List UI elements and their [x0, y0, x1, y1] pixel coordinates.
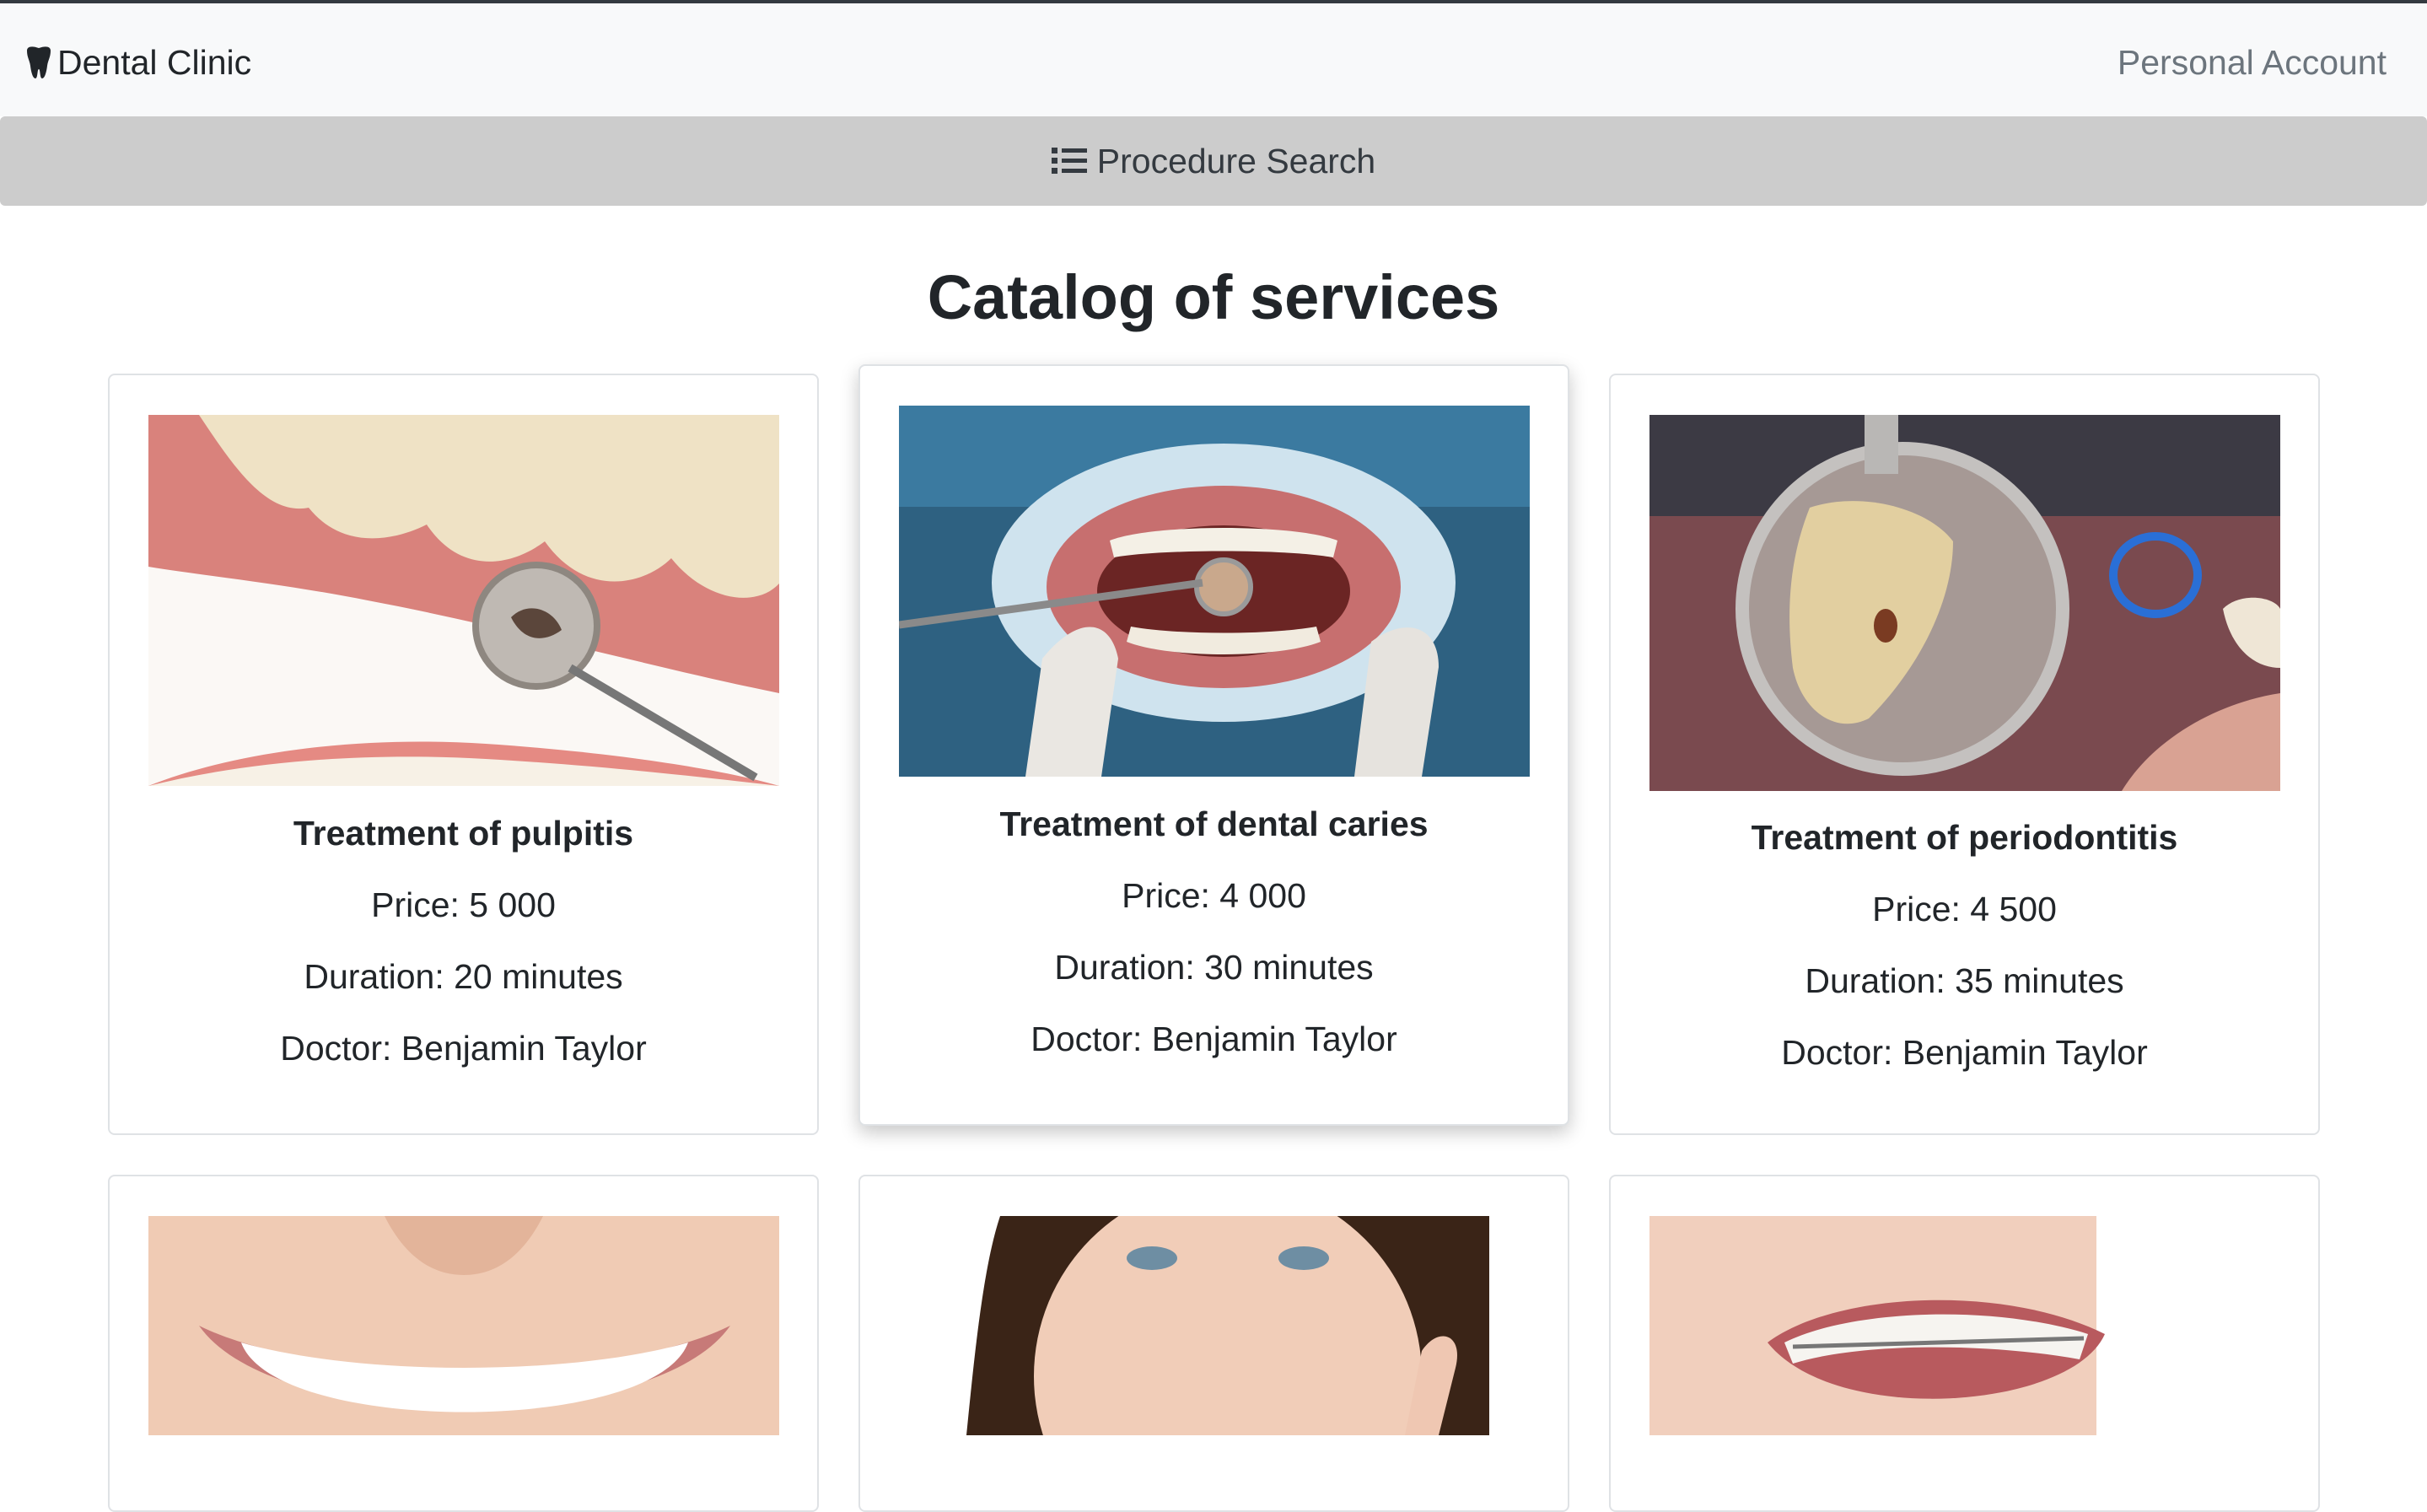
service-card[interactable] [108, 1175, 819, 1512]
service-price: Price: 4 500 [1872, 890, 2057, 928]
service-duration: Duration: 35 minutes [1805, 961, 2124, 1000]
brand-text: Dental Clinic [57, 42, 252, 82]
service-doctor: Doctor: Benjamin Taylor [1031, 1020, 1397, 1058]
service-name: Treatment of periodontitis [1751, 818, 2178, 857]
service-doctor: Doctor: Benjamin Taylor [280, 1029, 647, 1068]
procedure-search-label: Procedure Search [1096, 141, 1376, 180]
service-card[interactable]: Treatment of pulpitis Price: 5 000 Durat… [108, 374, 819, 1135]
page-title: Catalog of services [927, 262, 1500, 332]
service-image-hygiene [899, 1216, 1530, 1435]
service-image-pulpitis [148, 415, 779, 786]
service-price: Price: 5 000 [371, 885, 556, 924]
service-card[interactable] [858, 1175, 1569, 1512]
service-name: Treatment of dental caries [999, 804, 1429, 843]
service-name: Treatment of pulpitis [293, 814, 634, 853]
service-duration: Duration: 30 minutes [1054, 948, 1374, 987]
service-image-braces [1649, 1216, 2280, 1435]
service-image-whitening [148, 1216, 779, 1435]
tooth-icon [27, 46, 51, 78]
service-image-periodontitis [1649, 415, 2280, 791]
service-card[interactable] [1609, 1175, 2320, 1512]
list-icon [1051, 148, 1087, 174]
service-price: Price: 4 000 [1122, 876, 1306, 915]
service-duration: Duration: 20 minutes [304, 957, 623, 996]
brand-link[interactable]: Dental Clinic [24, 35, 251, 89]
personal-account-link[interactable]: Personal Account [2118, 35, 2387, 89]
navbar: Dental Clinic Personal Account [0, 3, 2427, 116]
service-card[interactable]: Treatment of periodontitis Price: 4 500 … [1609, 374, 2320, 1135]
service-card[interactable]: Treatment of dental caries Price: 4 000 … [858, 364, 1569, 1126]
procedure-search-button[interactable]: Procedure Search [0, 116, 2427, 206]
service-doctor: Doctor: Benjamin Taylor [1781, 1033, 2148, 1072]
service-image-caries [899, 406, 1530, 777]
